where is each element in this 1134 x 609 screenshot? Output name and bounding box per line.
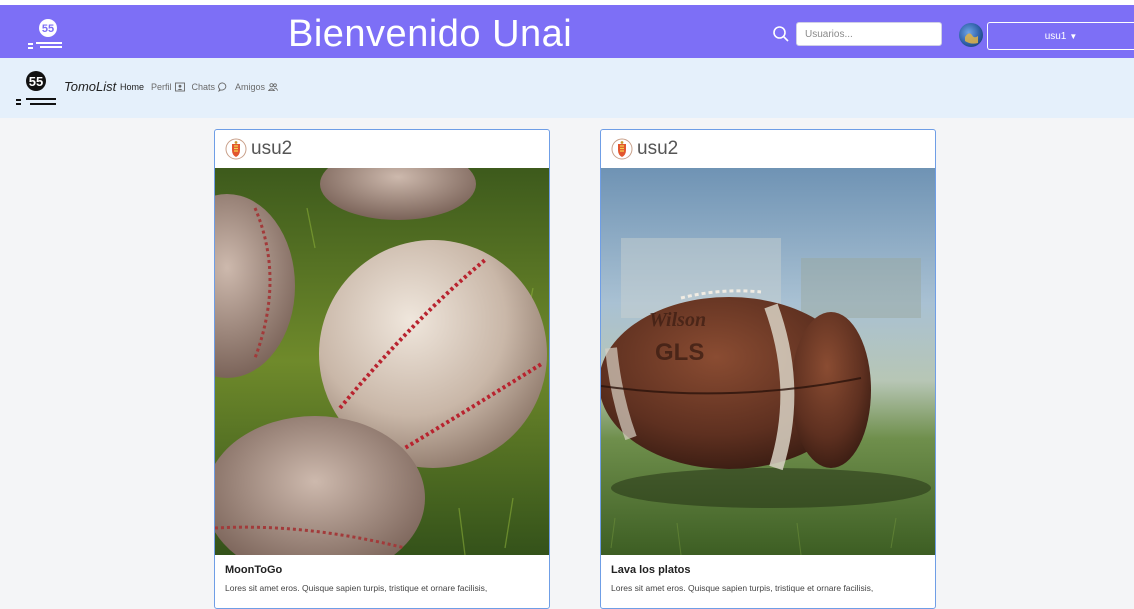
welcome-title: Bienvenido Unai <box>288 13 573 55</box>
app-logo-icon[interactable]: 55 <box>26 17 66 51</box>
post-image[interactable]: Wilson GLS <box>601 168 935 555</box>
post-description: Lores sit amet eros. Quisque sapien turp… <box>611 583 874 593</box>
friends-icon <box>268 83 279 91</box>
svg-text:Wilson: Wilson <box>649 309 706 331</box>
search-icon[interactable] <box>772 25 790 43</box>
post-username[interactable]: usu2 <box>637 138 678 160</box>
nav-amigos[interactable]: Amigos <box>235 82 279 92</box>
nav-home[interactable]: Home <box>120 82 144 92</box>
nav-amigos-label: Amigos <box>235 82 266 92</box>
nav-perfil[interactable]: Perfil <box>151 82 185 92</box>
user-menu-button[interactable]: usu1 ▼ <box>987 22 1134 50</box>
nav-perfil-label: Perfil <box>151 82 172 92</box>
post-header: usu2 <box>601 130 935 168</box>
brand-name[interactable]: TomoList <box>64 79 116 94</box>
profile-card-icon <box>174 82 185 92</box>
chat-bubble-icon <box>218 82 227 92</box>
avatar[interactable] <box>959 23 983 47</box>
user-menu-label: usu1 <box>1044 30 1067 42</box>
user-search-input[interactable] <box>796 22 942 46</box>
post-header: usu2 <box>215 130 549 168</box>
post-title[interactable]: MoonToGo <box>225 564 282 576</box>
post-card[interactable]: usu2 <box>600 129 936 609</box>
user-avatar-icon[interactable] <box>611 138 633 160</box>
post-username[interactable]: usu2 <box>251 138 292 160</box>
brand-logo-icon[interactable]: 55 <box>14 68 60 110</box>
user-avatar-icon[interactable] <box>225 138 247 160</box>
nav-chats-label: Chats <box>191 82 216 92</box>
svg-text:55: 55 <box>42 23 54 35</box>
nav-links: Home Perfil Chats Amigos <box>120 82 279 92</box>
nav-home-label: Home <box>120 82 145 92</box>
post-card[interactable]: usu2 <box>214 129 550 609</box>
post-image[interactable] <box>215 168 549 555</box>
top-header: 55 Bienvenido Unai usu1 ▼ <box>0 0 1134 58</box>
post-title[interactable]: Lava los platos <box>611 564 690 576</box>
svg-text:55: 55 <box>29 74 43 89</box>
caret-down-icon: ▼ <box>1069 31 1078 41</box>
nav-chats[interactable]: Chats <box>192 82 229 92</box>
post-description: Lores sit amet eros. Quisque sapien turp… <box>225 583 488 593</box>
nav-bar: 55 TomoList Home Perfil Chats Amigos <box>0 58 1134 118</box>
svg-text:GLS: GLS <box>655 339 704 366</box>
